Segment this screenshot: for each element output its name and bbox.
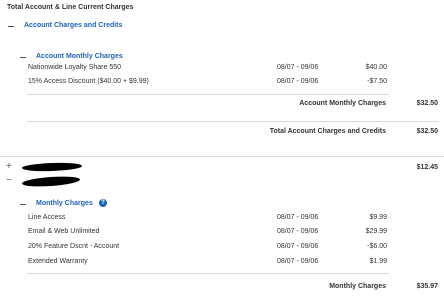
divider xyxy=(27,121,439,122)
charge-period: 08/07 - 09/06 xyxy=(277,78,319,85)
monthly-charges-subtotal-label: Monthly Charges xyxy=(329,283,386,290)
charge-name: Line Access xyxy=(28,214,66,221)
charge-period: 08/07 - 09/06 xyxy=(277,243,319,250)
account-total-label: Total Account Charges and Credits xyxy=(269,128,386,135)
divider xyxy=(27,273,389,274)
charge-name: 20% Feature Dscnt - Account xyxy=(28,243,120,250)
account-total-value: $32.50 xyxy=(416,128,438,135)
line-total-value: $12.45 xyxy=(416,164,438,171)
charge-amount: $1.99 xyxy=(369,258,387,265)
charge-period: 08/07 - 09/06 xyxy=(277,214,319,221)
account-charges-section-title[interactable]: Account Charges and Credits xyxy=(24,22,122,29)
charge-name: Email & Web Unlimited xyxy=(28,228,100,235)
monthly-charges-title[interactable]: Monthly Charges xyxy=(36,200,93,207)
collapse-line-icon[interactable]: − xyxy=(6,175,12,186)
monthly-charges-subtotal-value: $35.97 xyxy=(416,283,438,290)
charge-amount: $9.99 xyxy=(369,214,387,221)
charge-period: 08/07 - 09/06 xyxy=(277,258,319,265)
charge-period: 08/07 - 09/06 xyxy=(277,64,319,71)
account-monthly-subtotal-label: Account Monthly Charges xyxy=(299,100,386,107)
divider xyxy=(27,94,389,95)
collapse-account-monthly-icon[interactable] xyxy=(20,57,26,59)
expand-line-icon[interactable]: + xyxy=(6,161,12,172)
help-icon[interactable]: ? xyxy=(99,199,107,207)
charge-amount: -$7.50 xyxy=(367,78,387,85)
charge-period: 08/07 - 09/06 xyxy=(277,228,319,235)
charge-name: Nationwide Loyalty Share 550 xyxy=(28,64,122,71)
collapse-account-charges-icon[interactable] xyxy=(8,26,14,28)
charge-amount: $29.99 xyxy=(365,228,387,235)
page-title: Total Account & Line Current Charges xyxy=(7,4,134,11)
redacted-line-name xyxy=(21,161,83,173)
charge-name: 15% Access Discount ($40.00 + $9.99) xyxy=(28,78,149,85)
collapse-monthly-charges-icon[interactable] xyxy=(20,204,26,206)
divider xyxy=(0,156,444,157)
charge-amount: -$6.00 xyxy=(367,243,387,250)
charge-name: Extended Warranty xyxy=(28,258,88,265)
charge-amount: $40.00 xyxy=(365,64,387,71)
account-monthly-charges-title[interactable]: Account Monthly Charges xyxy=(36,53,123,60)
account-monthly-subtotal-value: $32.50 xyxy=(416,100,438,107)
redacted-line-name xyxy=(21,174,81,189)
